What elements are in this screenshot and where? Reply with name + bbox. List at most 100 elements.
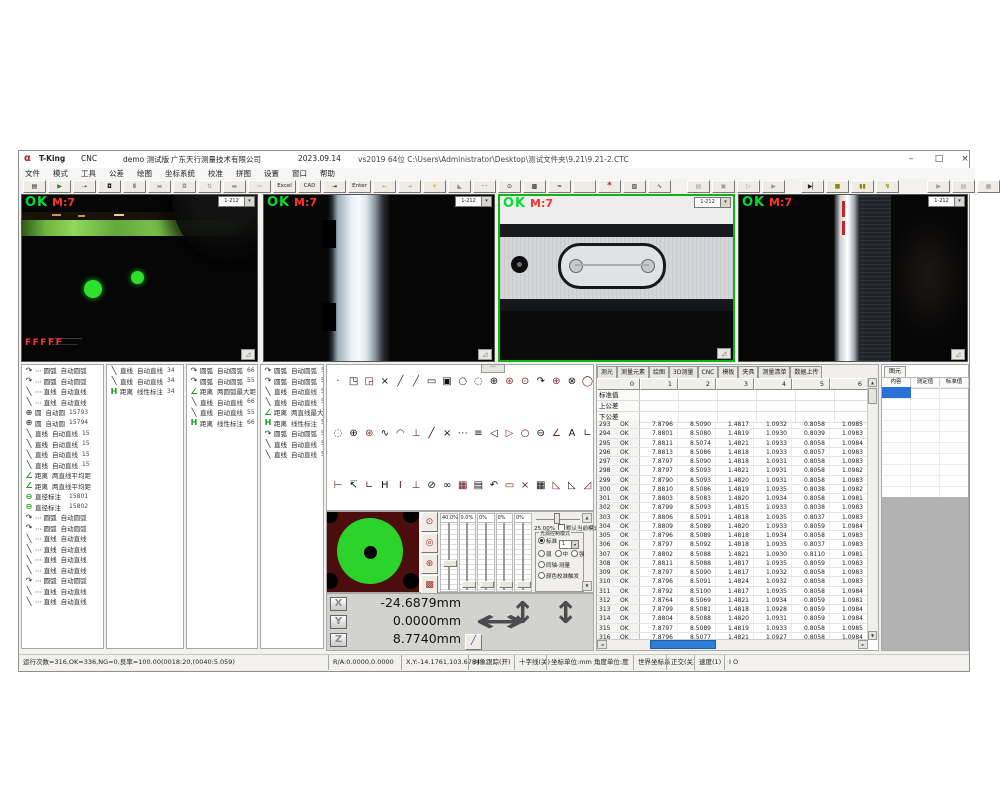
measure-tool-icon[interactable]: ⊕ — [488, 376, 500, 387]
maximize-button[interactable]: □ — [927, 152, 951, 166]
jog-vertical-arrows[interactable]: ↕ — [510, 596, 535, 631]
menu-item[interactable]: 公差 — [109, 168, 124, 179]
results-tab[interactable]: CNC — [698, 366, 719, 378]
measure-tool-icon[interactable]: ↷ — [535, 376, 547, 387]
radio-icon[interactable] — [538, 561, 545, 568]
measure-tool-icon[interactable]: × — [379, 376, 391, 387]
table-row[interactable]: 294OK 7.8801 8.5080 1.4819 1.0930 0.8039… — [597, 429, 868, 438]
toolbar-button[interactable]: ◘ — [173, 180, 196, 193]
list-item[interactable]: ╲直线自动直线55 — [261, 439, 323, 450]
slider-thumb[interactable] — [517, 581, 531, 588]
camera1-resize-corner[interactable]: ◿ — [241, 349, 255, 360]
camera2-resize-corner[interactable]: ◿ — [478, 349, 492, 360]
measure-tool-icon[interactable]: ⊗ — [566, 376, 578, 387]
menu-item[interactable]: 帮助 — [320, 168, 335, 179]
table-row[interactable]: 300OK 7.8810 8.5086 1.4819 1.0935 0.8038… — [597, 485, 868, 494]
toolbar-button[interactable]: ☀ — [423, 180, 446, 193]
scroll-down-icon[interactable]: ▼ — [582, 581, 592, 591]
chevron-down-icon[interactable]: ▾ — [955, 196, 965, 207]
list-item[interactable]: ⊖直径标注15802 — [22, 502, 103, 513]
chevron-down-icon[interactable]: ▾ — [721, 197, 731, 208]
table-row[interactable]: 302OK 7.8799 8.5093 1.4815 1.0933 0.8038… — [597, 503, 868, 512]
scroll-down-icon[interactable]: ▼ — [868, 631, 877, 640]
measure-tool-icon[interactable]: ∿ — [379, 428, 391, 439]
list-item[interactable]: ╲直线自动直线15 — [22, 460, 103, 471]
camera4-range-select[interactable]: 1-212 — [928, 196, 955, 207]
measure-tool-icon[interactable]: ▣ — [441, 376, 453, 387]
chevron-down-icon[interactable]: ▾ — [245, 196, 255, 207]
scroll-right-icon[interactable]: ► — [858, 640, 868, 649]
table-row[interactable]: 296OK 7.8813 8.5086 1.4818 1.0933 0.8057… — [597, 448, 868, 457]
list-item[interactable]: ⊕圆自动圆15793 — [22, 407, 103, 418]
master-slider-thumb[interactable] — [554, 513, 560, 524]
io-status[interactable]: I O — [724, 655, 738, 670]
list-item[interactable]: ╲⋯ 直线自动直线 — [22, 397, 103, 408]
list-item[interactable]: ╲直线自动直线55 — [261, 386, 323, 397]
toolbar-button[interactable]: Ⅱ — [123, 180, 146, 193]
results-tab[interactable]: 绘图 — [649, 366, 669, 378]
camera4-resize-corner[interactable]: ◿ — [951, 349, 965, 360]
camera3-range-select[interactable]: 1-212 — [694, 197, 721, 208]
list-item[interactable]: ∠距离两直线最大距 — [261, 407, 323, 418]
measure-tool-icon[interactable]: ∞ — [441, 480, 453, 491]
measure-tool-icon[interactable]: ⋯ — [457, 428, 469, 439]
light-intensity-radio[interactable]: 弱 — [538, 552, 552, 558]
table-horizontal-scrollbar[interactable]: ◄ ► — [597, 639, 868, 650]
toolbar-button[interactable]: ▣ — [712, 180, 735, 193]
menu-item[interactable]: 拼图 — [236, 168, 251, 179]
measure-tool-icon[interactable]: ◠ — [394, 428, 406, 439]
slider-track[interactable] — [515, 523, 531, 590]
list-item[interactable]: ↷圆弧自动圆弧66 — [187, 365, 257, 376]
table-row[interactable]: 304OK 7.8809 8.5089 1.4820 1.0933 0.8059… — [597, 522, 868, 531]
camera-view-1[interactable]: OK M:7 FFFFF 1-212▾ ◿ — [21, 194, 258, 362]
measure-tool-icon[interactable]: ↸ — [348, 480, 360, 491]
results-tab[interactable]: 夹具 — [738, 366, 758, 378]
list-item[interactable]: ╲⋯ 直线自动直线 — [22, 596, 103, 607]
measure-tool-icon[interactable]: ∟ — [363, 480, 375, 491]
toolbar-button[interactable]: ▦ — [977, 180, 1000, 193]
table-row[interactable]: 303OK 7.8806 8.5091 1.4818 1.0935 0.8037… — [597, 513, 868, 522]
light-channel-slider[interactable]: 0% — [477, 513, 495, 592]
toolbar-button[interactable]: ▶▏ — [801, 180, 824, 193]
list-item[interactable]: ↷圆弧自动圆弧55 — [187, 376, 257, 387]
list-item[interactable]: H距离线性标注55 — [261, 418, 323, 429]
list-item[interactable]: ∠距离两直线平均距 — [22, 470, 103, 481]
list-item[interactable]: ⊖直径标注15801 — [22, 491, 103, 502]
toolbar-button[interactable]: ▶ — [927, 180, 950, 193]
list-item[interactable]: ╲直线自动直线34 — [107, 376, 183, 387]
radio-icon[interactable] — [538, 572, 545, 579]
measure-tool-icon[interactable]: ╱ — [426, 428, 438, 439]
measure-tool-icon[interactable]: ∟ — [582, 428, 594, 439]
camera3-resize-corner[interactable]: ◿ — [717, 348, 731, 359]
list-item[interactable]: ╲直线自动直线34 — [107, 365, 183, 376]
menu-item[interactable]: 工具 — [81, 168, 96, 179]
table-column-header[interactable]: 2 — [678, 378, 716, 390]
toolbar-button[interactable]: ◣ — [448, 180, 471, 193]
speed-status[interactable]: 速度(1) — [694, 655, 721, 670]
measure-tool-icon[interactable]: ◿ — [582, 480, 594, 491]
toolbar-button[interactable]: ≈ — [548, 180, 571, 193]
light-segment-button[interactable]: ▩ — [421, 575, 438, 595]
toolbar-button[interactable]: ▬ — [148, 180, 171, 193]
menu-item[interactable]: 坐标系统 — [165, 168, 195, 179]
toolbar-button[interactable]: ◘ — [98, 180, 121, 193]
table-column-header[interactable]: 0 — [597, 378, 640, 390]
light-intensity-radio[interactable]: 中 — [555, 552, 569, 558]
list-item[interactable]: ↷⋯ 圆弧自动圆弧 — [22, 575, 103, 586]
toolbar-button[interactable]: Enter — [348, 180, 371, 193]
list-item[interactable]: ╲直线自动直线15 — [22, 439, 103, 450]
light-intensity-radio[interactable]: 强 — [571, 552, 585, 558]
camera-view-3-selected[interactable]: OK M:7 1-212▾ ◿ — [498, 194, 735, 362]
list-item[interactable]: ╲⋯ 直线自动直线 — [22, 533, 103, 544]
light-segment-button[interactable]: ◎ — [421, 533, 438, 553]
measure-tool-icon[interactable]: ◁ — [488, 428, 500, 439]
list-item[interactable]: ╲⋯ 直线自动直线 — [22, 586, 103, 597]
toolbar-button[interactable]: ▷ — [737, 180, 760, 193]
measure-tool-icon[interactable]: ⊕ — [348, 428, 360, 439]
list-item[interactable]: H距离线性标注66 — [187, 418, 257, 429]
measure-tool-icon[interactable]: ▤ — [472, 480, 484, 491]
master-light-slider[interactable] — [536, 516, 580, 520]
toolbar-button[interactable]: - - — [473, 180, 496, 193]
toolbar-button[interactable]: ⇨ — [248, 180, 271, 193]
ring-light-active-zone[interactable] — [337, 518, 403, 584]
